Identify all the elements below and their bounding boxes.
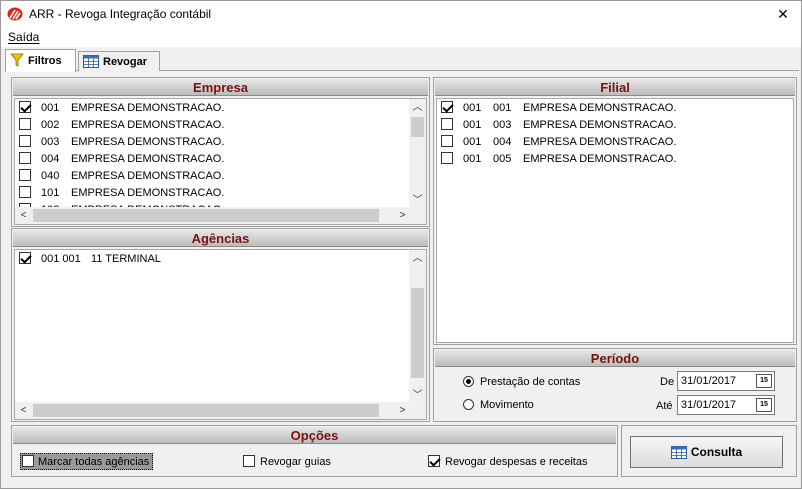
scroll-corner [409,207,426,224]
opcoes-panel: Opções Marcar todas agências Revogar gui… [11,425,618,477]
scroll-corner [409,402,426,419]
window-title: ARR - Revoga Integração contábil [29,7,212,21]
filial-header: Filial [435,79,795,96]
revogar-despesas-checkbox[interactable]: Revogar despesas e receitas [428,455,587,468]
close-button[interactable]: ✕ [765,1,801,27]
agencias-panel: Agências 001 001 11 TERMINAL ︿ ﹀ < > [11,228,430,422]
periodo-panel: Período Prestação de contas Movimento De… [433,348,797,422]
radio-prestacao-contas[interactable]: Prestação de contas [463,376,580,388]
radio-button[interactable] [463,399,474,410]
app-window: ARR - Revoga Integração contábil ✕ Saída… [0,0,802,489]
consulta-label: Consulta [690,445,743,459]
scroll-left-icon[interactable]: < [15,402,32,419]
title-bar: ARR - Revoga Integração contábil ✕ [1,1,801,27]
list-item[interactable]: 001 001 11 TERMINAL [19,251,161,268]
tab-revogar[interactable]: Revogar [78,51,160,71]
revogar-guias-checkbox[interactable]: Revogar guias [243,455,331,468]
calendar-icon[interactable]: 15 [756,398,772,412]
empresa-list[interactable]: 001 EMPRESA DEMONSTRACAO. 002 EMPRESA DEMO… [14,98,427,225]
scroll-thumb[interactable] [411,288,424,378]
scroll-up-icon[interactable]: ︿ [409,250,426,267]
checkbox[interactable] [441,118,453,130]
table-icon [670,440,687,470]
list-item[interactable]: 001 004 EMPRESA DEMONSTRACAO. [441,134,676,151]
marcar-todas-checkbox[interactable]: Marcar todas agências [20,453,154,470]
checkbox[interactable] [19,186,31,198]
agencias-header: Agências [13,230,428,247]
checkbox[interactable] [19,101,31,113]
checkbox[interactable] [428,455,440,467]
list-item[interactable]: 101 EMPRESA DEMONSTRACAO. [19,185,224,202]
scroll-thumb[interactable] [33,209,379,222]
list-item[interactable]: 001 EMPRESA DEMONSTRACAO. [19,100,224,117]
menu-bar: Saída [1,27,801,47]
horizontal-scrollbar[interactable]: < > [15,402,411,419]
empresa-header: Empresa [13,79,428,96]
periodo-header: Período [435,350,795,367]
tab-label: Revogar [103,56,148,68]
tab-filtros[interactable]: Filtros [5,49,76,72]
list-item[interactable]: 004 EMPRESA DEMONSTRACAO. [19,151,224,168]
checkbox[interactable] [19,169,31,181]
scroll-up-icon[interactable]: ︿ [409,99,426,116]
list-item[interactable]: 003 EMPRESA DEMONSTRACAO. [19,134,224,151]
ate-label: Até [656,400,673,412]
list-item[interactable]: 001 005 EMPRESA DEMONSTRACAO. [441,151,676,168]
empresa-panel: Empresa 001 EMPRESA DEMONSTRACAO. 002 EMPR… [11,77,430,227]
vertical-scrollbar[interactable]: ︿ ﹀ [409,99,426,209]
checkbox[interactable] [441,135,453,147]
checkbox[interactable] [19,135,31,147]
scroll-thumb[interactable] [33,404,379,417]
checkbox[interactable] [19,252,31,264]
consulta-button[interactable]: Consulta [630,436,783,468]
list-item[interactable]: 002 EMPRESA DEMONSTRACAO. [19,117,224,134]
checkbox[interactable] [441,152,453,164]
checkbox[interactable] [19,152,31,164]
calendar-icon[interactable]: 15 [756,374,772,388]
list-item[interactable]: 001 001 EMPRESA DEMONSTRACAO. [441,100,676,117]
de-label: De [660,376,675,388]
list-item[interactable]: 040 EMPRESA DEMONSTRACAO. [19,168,224,185]
scroll-thumb[interactable] [411,117,424,137]
checkbox[interactable] [22,455,34,467]
horizontal-scrollbar[interactable]: < > [15,207,411,224]
radio-movimento[interactable]: Movimento [463,399,534,411]
app-logo-icon [7,7,23,21]
table-icon [83,55,99,71]
radio-button[interactable] [463,376,474,387]
opcoes-header: Opções [13,427,616,444]
scroll-left-icon[interactable]: < [15,207,32,224]
menu-item-saida[interactable]: Saída [8,30,39,44]
tab-label: Filtros [28,55,62,67]
filter-icon [10,53,24,70]
filial-panel: Filial 001 001 EMPRESA DEMONSTRACAO. 001 00… [433,77,797,345]
checkbox[interactable] [243,455,255,467]
list-item[interactable]: 001 003 EMPRESA DEMONSTRACAO. [441,117,676,134]
date-to-field[interactable]: 31/01/2017 15 [677,395,775,415]
agencias-list[interactable]: 001 001 11 TERMINAL ︿ ﹀ < > [14,249,427,420]
checkbox[interactable] [19,118,31,130]
filial-list[interactable]: 001 001 EMPRESA DEMONSTRACAO. 001 003 EMPRES… [436,98,794,343]
tab-strip: Filtros Revogar [5,49,799,72]
vertical-scrollbar[interactable]: ︿ ﹀ [409,250,426,404]
date-from-field[interactable]: 31/01/2017 15 [677,371,775,391]
checkbox[interactable] [441,101,453,113]
